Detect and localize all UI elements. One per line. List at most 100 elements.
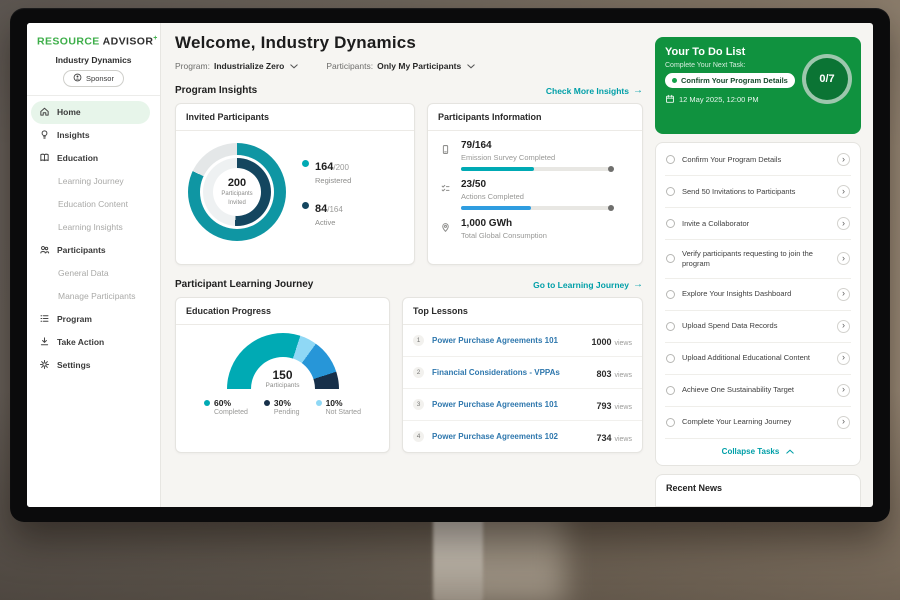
sidebar-item-insights[interactable]: Insights [27,124,160,147]
lesson-rank: 4 [413,431,424,442]
section-title: Program Insights [175,85,257,96]
sidebar-item-program[interactable]: Program [27,308,160,331]
task-checkbox[interactable] [666,219,675,228]
lesson-title-link[interactable]: Power Purchase Agreements 101 [432,336,583,345]
program-filter[interactable]: Program: Industrialize Zero [175,61,298,71]
arrow-right-icon: → [633,279,643,290]
stat-global-consumption: 1,000 GWh Total Global Consumption [440,218,630,240]
filter-value: Industrialize Zero [214,61,284,71]
section-title: Participant Learning Journey [175,279,313,290]
next-task-label: Confirm Your Program Details [681,76,788,85]
task-row[interactable]: Upload Additional Educational Content › [665,343,851,375]
task-row[interactable]: Verify participants requesting to join t… [665,240,851,279]
education-progress-card: Education Progress 150 Participants [175,297,390,453]
sidebar-item-take-action[interactable]: Take Action [27,331,160,354]
lesson-views: 1000 [591,337,611,347]
home-icon [39,106,51,118]
actions-progressbar [461,206,613,210]
sidebar-item-home[interactable]: Home [31,101,150,124]
lesson-row[interactable]: 4 Power Purchase Agreements 102 734views [403,421,642,453]
chevron-right-icon[interactable]: › [837,185,850,198]
legend-label: Not Started [326,409,361,416]
go-to-learning-journey-link[interactable]: Go to Learning Journey → [533,279,643,290]
sidebar-item-settings[interactable]: Settings [27,354,160,377]
sidebar: RESOURCE ADVISOR+ Industry Dynamics Spon… [27,23,161,507]
chevron-right-icon[interactable]: › [837,384,850,397]
chevron-down-icon [290,64,298,69]
chevron-right-icon[interactable]: › [837,153,850,166]
right-panel: Your To Do List Complete Your Next Task:… [655,23,873,507]
sidebar-item-manage-participants[interactable]: Manage Participants [27,285,160,308]
card-title: Invited Participants [176,104,414,131]
people-icon [39,244,51,256]
chevron-right-icon[interactable]: › [837,416,850,429]
task-checkbox[interactable] [666,290,675,299]
task-row[interactable]: Send 50 Invitations to Participants › [665,176,851,208]
legend-completed: 60% Completed [204,398,248,416]
task-row[interactable]: Invite a Collaborator › [665,208,851,240]
next-task-pill[interactable]: Confirm Your Program Details [665,73,795,88]
logo-secondary: ADVISOR [103,36,154,48]
participants-filter[interactable]: Participants: Only My Participants [326,61,475,71]
chevron-right-icon[interactable]: › [837,320,850,333]
lesson-title-link[interactable]: Financial Considerations - VPPAs [432,368,588,377]
task-row[interactable]: Achieve One Sustainability Target › [665,375,851,407]
chevron-right-icon[interactable]: › [837,288,850,301]
sponsor-badge[interactable]: Sponsor [63,70,124,87]
donut-center-value: 200 [228,177,246,189]
link-label: Go to Learning Journey [533,280,629,290]
lesson-title-link[interactable]: Power Purchase Agreements 101 [432,400,588,409]
lesson-row[interactable]: 3 Power Purchase Agreements 101 793views [403,389,642,421]
list-icon [39,313,51,325]
check-more-insights-link[interactable]: Check More Insights → [546,85,643,96]
sidebar-item-learning-insights[interactable]: Learning Insights [27,216,160,239]
legend-dot [316,400,322,406]
task-row[interactable]: Upload Spend Data Records › [665,311,851,343]
sidebar-item-label: Home [57,107,81,117]
org-name: Industry Dynamics [27,55,160,65]
learning-journey-header: Participant Learning Journey Go to Learn… [175,279,643,290]
lesson-views-unit: views [614,340,632,347]
task-label: Achieve One Sustainability Target [682,385,830,395]
task-checkbox[interactable] [666,418,675,427]
task-checkbox[interactable] [666,386,675,395]
lesson-title-link[interactable]: Power Purchase Agreements 102 [432,432,588,441]
task-checkbox[interactable] [666,354,675,363]
task-checkbox[interactable] [666,322,675,331]
chevron-right-icon[interactable]: › [837,252,850,265]
sidebar-item-education-content[interactable]: Education Content [27,193,160,216]
sidebar-item-learning-journey[interactable]: Learning Journey [27,170,160,193]
sidebar-item-general-data[interactable]: General Data [27,262,160,285]
lesson-row[interactable]: 1 Power Purchase Agreements 101 1000view… [403,325,642,357]
gauge-center-value: 150 [227,368,339,382]
task-row[interactable]: Explore Your Insights Dashboard › [665,279,851,311]
task-label: Send 50 Invitations to Participants [682,187,830,197]
invited-legend: 164/200 Registered 84/164 Active [302,157,351,227]
legend-pct: 60% [214,398,231,408]
legend-total: /200 [333,163,349,172]
emission-survey-progressbar [461,167,613,171]
card-title: Participants Information [428,104,642,131]
chevron-right-icon[interactable]: › [837,352,850,365]
task-checkbox[interactable] [666,155,675,164]
dashboard-screen: RESOURCE ADVISOR+ Industry Dynamics Spon… [27,23,873,507]
lesson-row[interactable]: 2 Financial Considerations - VPPAs 803vi… [403,357,642,389]
progress-fill [461,206,531,210]
legend-total: /164 [327,205,343,214]
task-row[interactable]: Complete Your Learning Journey › [665,407,851,439]
filters-row: Program: Industrialize Zero Participants… [175,61,643,71]
task-label: Upload Spend Data Records [682,321,830,331]
task-checkbox[interactable] [666,187,675,196]
card-title: Education Progress [176,298,389,325]
task-checkbox[interactable] [666,254,675,263]
chevron-right-icon[interactable]: › [837,217,850,230]
todo-task-list-card: Confirm Your Program Details › Send 50 I… [655,142,861,466]
stat-value: 79/164 [461,140,613,151]
collapse-tasks-button[interactable]: Collapse Tasks [665,439,851,464]
task-row[interactable]: Confirm Your Program Details › [665,144,851,176]
sidebar-item-participants[interactable]: Participants [27,239,160,262]
top-lessons-card: Top Lessons 1 Power Purchase Agreements … [402,297,643,453]
task-label: Explore Your Insights Dashboard [682,289,830,299]
sidebar-item-education[interactable]: Education [27,147,160,170]
legend-active: 84/164 Active [302,199,351,227]
